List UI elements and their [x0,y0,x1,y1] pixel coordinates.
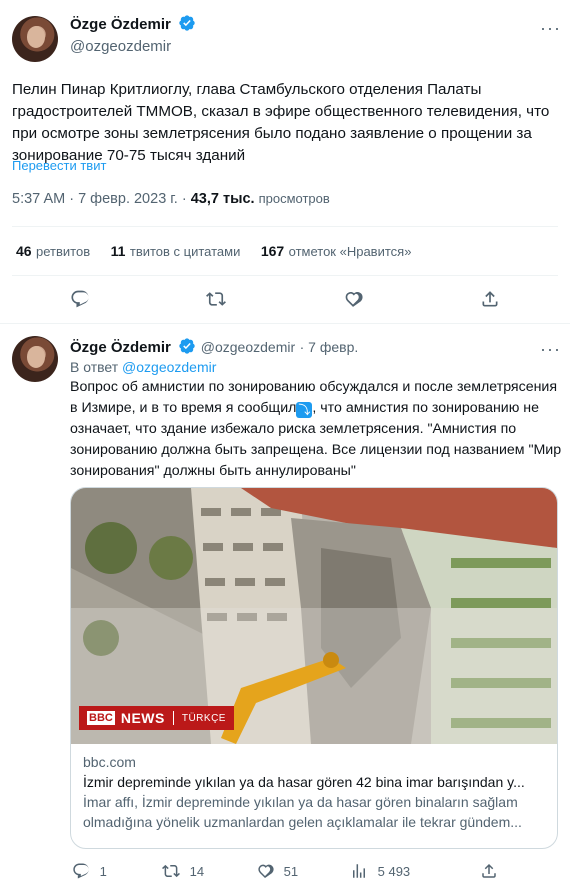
verified-badge-icon [179,15,195,31]
stats-row: 46 ретвитов 11 твитов с цитатами 167 отм… [16,243,411,261]
views-count: 5 493 [377,864,411,879]
bbc-blocks: BBC [87,711,115,725]
reply-author-name[interactable]: Özge Özdemir [70,339,171,356]
heart-icon [345,291,363,307]
reply-reply-button[interactable]: 1 [72,862,107,880]
divider [12,226,558,227]
retweet-button[interactable] [206,289,226,314]
timestamp[interactable]: 5:37 AM · 7 февр. 2023 г. · [12,191,187,207]
views-label: просмотров [258,191,330,206]
like-button[interactable] [343,289,363,314]
analytics-icon [353,864,365,878]
heart-icon [258,864,274,879]
turkce-label: TÜRKÇE [181,712,226,724]
reply-to-line: В ответ @ozgeozdemir [70,359,216,375]
divider [0,323,570,324]
share-icon [482,291,498,307]
bbc-letters: BBC [87,711,115,725]
author-name[interactable]: Özge Özdemir [70,16,171,33]
reply-retweet-button[interactable]: 14 [162,862,204,880]
bbc-news-logo: BBC NEWS TÜRKÇE [79,706,234,730]
reply-author-handle[interactable]: @ozgeozdemir [201,339,295,355]
share-icon [482,863,496,878]
author-handle[interactable]: @ozgeozdemir [70,38,171,55]
link-card-image[interactable]: BBC NEWS TÜRKÇE [71,488,557,744]
down-arrow-emoji-icon: ⤵ [296,402,313,418]
author-block: Özge Özdemir [70,14,196,34]
reply-button[interactable] [70,289,90,314]
reply-text: Вопрос об амнистии по зонированию обсужд… [70,377,562,482]
reply-icon [73,863,89,879]
reply-author-avatar[interactable] [12,336,58,382]
reply-count: 1 [99,864,107,879]
tweet-text: Пелин Пинар Критлиоглу, глава Стамбульск… [12,81,550,164]
link-card-text[interactable]: bbc.com İzmir depreminde yıkılan ya da h… [71,744,557,832]
likes-stat[interactable]: 167 отметок «Нравится» [261,243,412,260]
more-options-icon[interactable]: ··· [540,18,561,39]
translate-link[interactable]: Перевести твит [12,158,106,173]
retweet-icon [206,292,226,306]
author-avatar[interactable] [12,16,58,62]
news-label: NEWS [120,710,165,726]
reply-date[interactable]: · 7 февр. [300,339,359,355]
quotes-stat[interactable]: 11 твитов с цитатами [111,243,241,260]
retweet-icon [162,864,180,878]
reply-more-options-icon[interactable]: ··· [540,339,561,360]
link-card-domain: bbc.com [83,754,136,770]
link-card-description: İmar affı, İzmir depreminde yıkılan ya d… [83,794,522,830]
link-card[interactable]: BBC NEWS TÜRKÇE bbc.com İzmir depreminde… [70,487,558,849]
divider [12,275,558,276]
reply-like-button[interactable]: 51 [256,862,298,880]
logo-divider [172,711,174,725]
reply-header: Özge Özdemir @ozgeozdemir · 7 февр. [70,337,358,357]
reply-to-handle[interactable]: @ozgeozdemir [122,359,216,375]
like-count: 51 [283,864,299,879]
share-button[interactable] [480,289,500,314]
retweets-stat[interactable]: 46 ретвитов [16,243,90,260]
reply-to-prefix: В ответ [70,359,119,375]
views-count: 43,7 тыс. [190,191,255,207]
reply-icon [71,290,89,308]
reply-views-button[interactable]: 5 493 [350,862,410,880]
verified-badge-icon [179,338,195,354]
reply-share-button[interactable] [480,862,498,880]
retweet-count: 14 [189,864,205,879]
link-card-title: İzmir depreminde yıkılan ya da hasar gör… [83,774,525,790]
tweet-meta: 5:37 AM · 7 февр. 2023 г. · 43,7 тыс. пр… [12,191,330,207]
